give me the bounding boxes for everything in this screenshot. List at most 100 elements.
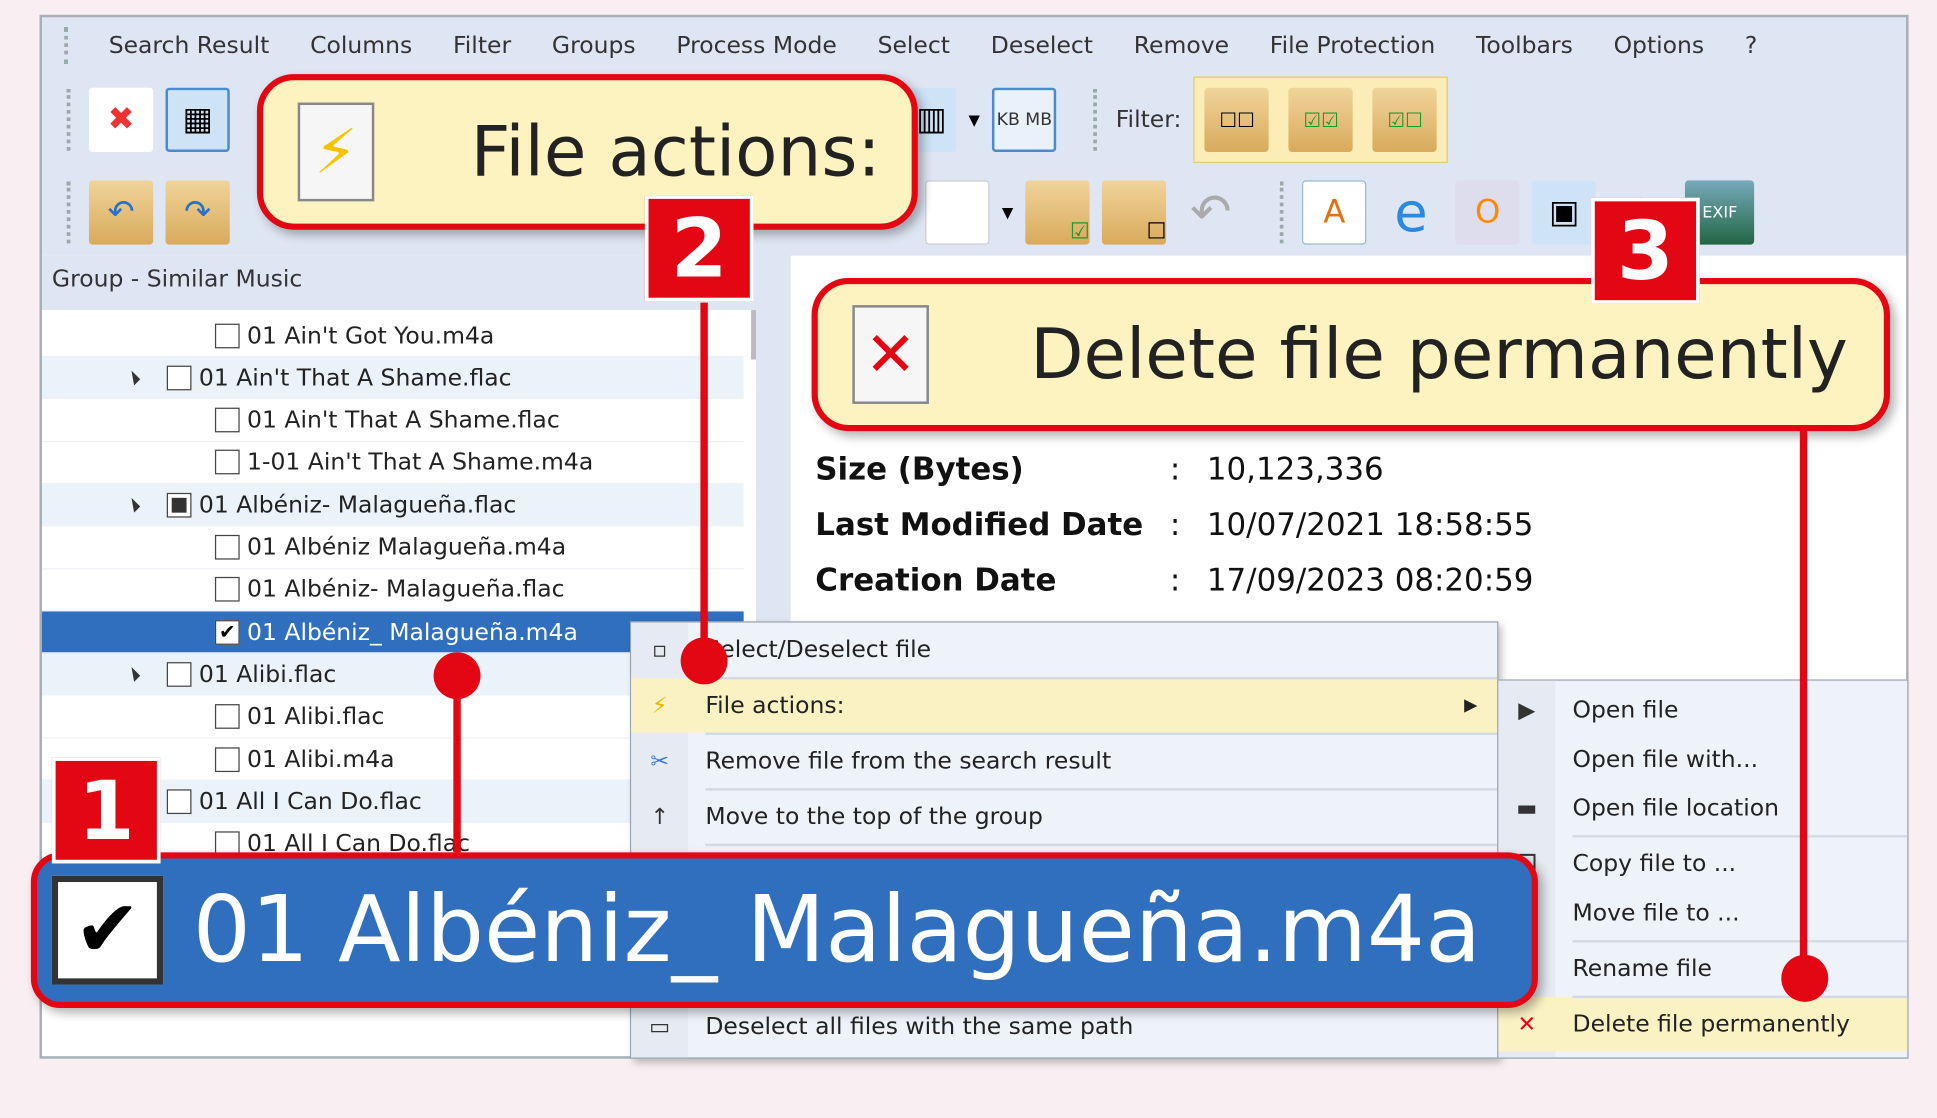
folder-back-icon[interactable]: ↶ [88,180,154,245]
menu-options[interactable]: Options [1614,32,1705,59]
lightning-file-icon: ⚡ [297,102,375,202]
detail-value: 17/09/2023 08:20:59 [1206,562,1534,598]
menu-separator [1572,835,1908,838]
detail-label: Creation Date [815,562,1057,598]
row-checkbox[interactable] [214,407,240,433]
tree-row[interactable]: 1-01 Ain't That A Shame.m4a [42,442,744,485]
menu-separator [705,788,1498,791]
row-checkbox[interactable] [166,661,192,687]
row-checkbox[interactable] [166,789,192,814]
menu-item-label: File actions: [705,691,845,719]
view-thumbnail-icon[interactable]: ▦ [165,87,230,152]
new-file-icon[interactable] [925,180,990,245]
detail-value: 10,123,336 [1206,450,1384,487]
undo-icon[interactable]: ↶ [1179,180,1243,244]
internet-explorer-icon[interactable]: e [1379,180,1443,244]
filter-label: Filter: [1115,106,1182,134]
arrow-up-file-icon: ↑ [650,803,669,830]
menu-file-protection[interactable]: File Protection [1270,32,1435,59]
menu-item[interactable]: ❐Copy file to ... [1498,836,1907,890]
row-checkbox[interactable] [214,746,240,772]
kb-mb-icon[interactable]: KB MB [992,87,1057,152]
row-label: 01 Albéniz- Malagueña.flac [198,491,517,519]
row-checkbox[interactable] [214,704,240,730]
row-checkbox[interactable] [214,323,240,348]
row-checkbox[interactable] [166,492,192,518]
expand-triangle-icon[interactable] [125,497,141,513]
row-label: 01 Ain't Got You.m4a [247,321,495,349]
menu-item[interactable]: ▬ Open file location [1498,781,1907,835]
text-editor-icon[interactable]: A [1302,180,1367,245]
row-checkbox[interactable] [214,534,240,560]
row-label: 01 Ain't That A Shame.flac [198,364,512,392]
menu-item-label: Open file [1572,696,1679,724]
expand-triangle-icon[interactable] [125,370,141,386]
menu-item-label: Deselect all files with the same path [705,1012,1134,1041]
folder-check-icon[interactable]: ☑ [1025,180,1090,245]
tree-row[interactable]: 01 Ain't That A Shame.flac [42,400,744,442]
menu-item[interactable]: Open file with... [1498,733,1907,787]
menu-item-label: Copy file to ... [1572,849,1737,878]
pointer-dot-3 [1781,954,1829,1002]
scrollbar[interactable] [751,310,757,360]
filter-all-checked-icon[interactable]: ☑☑ [1288,87,1354,152]
callout-delete-text: Delete file permanently [1030,314,1848,395]
folder-uncheck-icon: ▭ [649,1013,671,1040]
menu-item[interactable]: ▫ Select/Deselect file [631,623,1497,677]
menu-search-result[interactable]: Search Result [109,32,270,59]
checkbox-checked-icon: ✔ [51,875,164,985]
remove-list-icon[interactable]: ✖ [88,87,154,152]
menu-item[interactable]: ✎Rename file [1498,941,1907,995]
menu-groups[interactable]: Groups [552,32,636,59]
row-label: 01 Albéniz- Malagueña.flac [247,576,565,604]
menu-item[interactable]: Move file to ... [1498,886,1907,940]
menu-item[interactable]: ↑ Move to the top of the group [631,789,1497,843]
row-checkbox[interactable] [214,577,240,602]
menu-separator [705,732,1498,736]
scissors-icon: ✂ [650,747,669,774]
menu-filter[interactable]: Filter [453,32,511,59]
folder-uncheck-icon[interactable]: ☐ [1102,180,1167,245]
callout-file-actions: ⚡ File actions: [256,74,918,230]
pointer-dot-2 [680,637,728,685]
filter-none-icon[interactable]: ☐☐ [1204,87,1270,152]
menu-process-mode[interactable]: Process Mode [676,32,836,59]
filter-some-checked-icon[interactable]: ☑☐ [1372,87,1438,152]
row-checkbox[interactable] [214,450,240,475]
menu-select[interactable]: Select [878,32,950,59]
callout-selected-file-text: 01 Albéniz_ Malagueña.m4a [192,877,1482,984]
menu-toolbars[interactable]: Toolbars [1476,32,1573,59]
office-icon[interactable]: O [1455,180,1520,245]
tree-row[interactable]: 01 Albéniz- Malagueña.flac [42,569,744,612]
row-checkbox[interactable] [166,365,192,391]
row-label: 01 Albéniz_ Malagueña.m4a [247,618,578,646]
colon: : [1169,562,1181,598]
menu-item-label: Open file location [1572,794,1780,822]
tree-row[interactable]: 01 Albéniz- Malagueña.flac [42,484,744,527]
menu-remove[interactable]: Remove [1134,32,1229,59]
menu-item[interactable]: ✂ Remove file from the search result [631,734,1497,788]
row-label: 01 Alibi.flac [247,703,385,731]
tree-row[interactable]: 01 Ain't Got You.m4a [42,315,744,358]
menu-columns[interactable]: Columns [310,32,412,59]
menu-item[interactable]: ▶ Open file [1498,683,1907,737]
menu-deselect[interactable]: Deselect [991,32,1093,59]
menu-item[interactable]: ✕ Delete file permanently [1498,996,1908,1052]
menu-help[interactable]: ? [1745,32,1757,59]
tree-row[interactable]: 01 Ain't That A Shame.flac [42,357,744,400]
toolbar-main: ✖ ▦ [66,77,230,163]
row-label: 1-01 Ain't That A Shame.m4a [247,448,594,477]
menu-item-label: Move file to ... [1572,899,1740,927]
menu-item[interactable]: ⚡ File actions: ▶ [631,678,1498,733]
row-label: 01 Alibi.m4a [247,745,395,773]
dropdown-arrow-icon[interactable]: ▼ [1002,204,1013,221]
tree-row[interactable]: 01 Albéniz Malagueña.m4a [42,527,744,569]
row-checkbox[interactable]: ✔ [214,619,240,645]
folder-forward-icon[interactable]: ↷ [165,180,230,245]
expand-triangle-icon[interactable] [125,666,141,682]
menu-item-label: Select/Deselect file [705,636,932,664]
toolbar-view: ▥ ▼ KB MB Filter: ☐☐ ☑☑ ☑☐ [906,76,1449,164]
dropdown-arrow-icon[interactable]: ▼ [968,111,979,128]
screenshot-icon[interactable]: ▣ [1532,180,1597,245]
menu-item-label: Open file with... [1572,746,1759,774]
